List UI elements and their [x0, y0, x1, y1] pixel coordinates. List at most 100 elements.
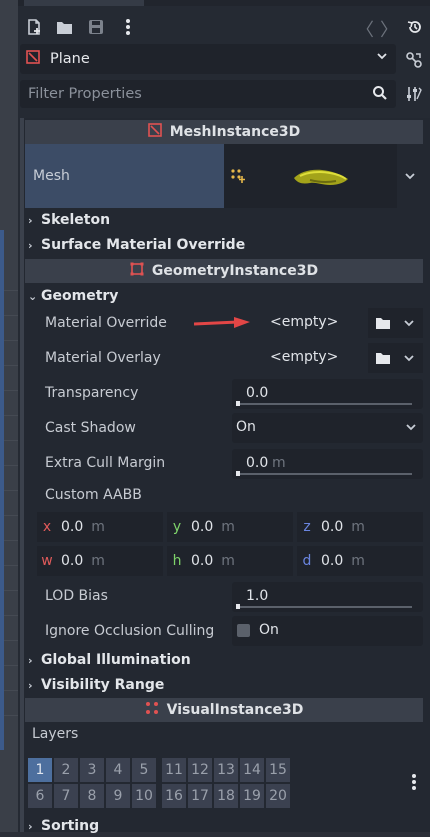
unit-label: m [221, 519, 235, 535]
tools-settings-icon[interactable] [403, 83, 425, 105]
transparency-slider[interactable]: 0.0 [232, 379, 423, 409]
layer-1-toggle[interactable]: 1 [28, 758, 52, 782]
load-folder-icon[interactable] [372, 347, 394, 369]
mesh-dropdown-chevron[interactable] [397, 144, 423, 208]
aabb-z-field[interactable]: z 0.0 m [297, 512, 423, 542]
checkbox-label: On [259, 622, 279, 638]
checkbox-icon[interactable] [237, 624, 250, 637]
material-override-value[interactable]: <empty> [270, 314, 338, 330]
mesh-property-row[interactable]: Mesh [25, 144, 224, 208]
section-label: Geometry [41, 288, 119, 304]
extra-cull-margin-slider[interactable]: 0.0 m [232, 449, 423, 479]
layer-7-toggle[interactable]: 7 [54, 784, 78, 808]
layer-6-toggle[interactable]: 6 [28, 784, 52, 808]
filter-properties-input[interactable] [20, 85, 360, 103]
lod-bias-label: LOD Bias [45, 588, 108, 604]
dock-tab-inspector[interactable] [24, 0, 144, 6]
layer-4-toggle[interactable]: 4 [106, 758, 130, 782]
filter-properties-field[interactable] [20, 80, 396, 108]
mesh-thumbnail [290, 164, 354, 194]
geometry-node-icon [130, 262, 144, 280]
header-title: MeshInstance3D [169, 124, 301, 140]
section-label: Skeleton [41, 212, 111, 228]
history-back-icon[interactable]: 〈 [356, 16, 374, 42]
mesh-node-icon [147, 123, 162, 141]
axis-label: x [42, 519, 52, 535]
aabb-w-field[interactable]: w 0.0 m [37, 546, 163, 576]
load-folder-icon[interactable] [372, 312, 394, 334]
layer-11-toggle[interactable]: 11 [162, 758, 186, 782]
section-global-illumination[interactable]: › Global Illumination [28, 649, 191, 671]
chevron-right-icon: › [28, 238, 33, 252]
layer-2-toggle[interactable]: 2 [54, 758, 78, 782]
unit-label: m [272, 455, 286, 471]
mesh-node-icon [26, 50, 40, 68]
lod-bias-slider[interactable]: 1.0 [232, 582, 423, 612]
axis-value: 0.0 [61, 553, 84, 569]
cast-shadow-value: On [236, 419, 256, 435]
open-folder-icon[interactable] [53, 16, 75, 38]
layers-label: Layers [32, 726, 79, 742]
mesh-resource-preview[interactable] [224, 144, 397, 208]
layer-3-toggle[interactable]: 3 [80, 758, 104, 782]
section-surface-material-override[interactable]: › Surface Material Override [28, 234, 245, 256]
material-overlay-value[interactable]: <empty> [270, 349, 338, 365]
chevron-down-icon [376, 50, 388, 66]
cast-shadow-dropdown[interactable]: On [232, 413, 423, 443]
more-vert-icon[interactable] [117, 16, 139, 38]
slider-track [236, 403, 412, 405]
viewport-axis-line [0, 230, 4, 750]
section-visibility-range[interactable]: › Visibility Range [28, 674, 164, 696]
chevron-down-icon[interactable] [398, 312, 420, 334]
ignore-occlusion-culling-label: Ignore Occlusion Culling [45, 623, 215, 639]
extra-cull-margin-value: 0.0 [246, 455, 269, 471]
layer-14-toggle[interactable]: 14 [240, 758, 264, 782]
layer-12-toggle[interactable]: 12 [188, 758, 212, 782]
unit-label: m [351, 519, 365, 535]
layer-18-toggle[interactable]: 18 [214, 784, 238, 808]
aabb-y-field[interactable]: y 0.0 m [167, 512, 293, 542]
more-vert-icon[interactable] [403, 771, 425, 793]
unit-label: m [91, 553, 105, 569]
unit-label: m [91, 519, 105, 535]
slider-grabber[interactable] [236, 471, 240, 476]
axis-label: w [41, 553, 53, 569]
history-icon[interactable] [404, 16, 426, 38]
aabb-h-field[interactable]: h 0.0 m [167, 546, 293, 576]
axis-label: z [303, 519, 311, 535]
layer-10-toggle[interactable]: 10 [132, 784, 156, 808]
chevron-down-icon[interactable] [398, 347, 420, 369]
layer-9-toggle[interactable]: 9 [106, 784, 130, 808]
slider-grabber[interactable] [236, 604, 240, 609]
slider-grabber[interactable] [236, 401, 240, 406]
section-sorting[interactable]: › Sorting [28, 815, 99, 837]
axis-value: 0.0 [191, 519, 214, 535]
layer-5-toggle[interactable]: 5 [132, 758, 156, 782]
layer-8-toggle[interactable]: 8 [80, 784, 104, 808]
layer-16-toggle[interactable]: 16 [162, 784, 186, 808]
history-forward-icon[interactable]: 〉 [380, 16, 398, 42]
axis-label: h [172, 553, 182, 569]
node-select-dropdown[interactable]: Plane [20, 44, 396, 74]
layer-20-toggle[interactable]: 20 [266, 784, 290, 808]
ignore-occlusion-culling-checkbox[interactable]: On [232, 616, 423, 646]
layer-15-toggle[interactable]: 15 [266, 758, 290, 782]
layer-17-toggle[interactable]: 17 [188, 784, 212, 808]
layer-13-toggle[interactable]: 13 [214, 758, 238, 782]
layer-19-toggle[interactable]: 19 [240, 784, 264, 808]
object-properties-icon[interactable] [403, 49, 425, 71]
unit-label: m [221, 553, 235, 569]
new-script-icon[interactable] [23, 16, 45, 38]
aabb-x-field[interactable]: x 0.0 m [37, 512, 163, 542]
custom-aabb-label: Custom AABB [45, 487, 142, 503]
material-override-label: Material Override [45, 315, 167, 331]
axis-value: 0.0 [191, 553, 214, 569]
save-icon[interactable] [85, 16, 107, 38]
red-arrow-annotation [193, 316, 254, 334]
section-geometry[interactable]: ⌄ Geometry [28, 285, 118, 307]
cast-shadow-label: Cast Shadow [45, 420, 136, 436]
inspector-scrollbar[interactable] [20, 118, 24, 832]
aabb-d-field[interactable]: d 0.0 m [297, 546, 423, 576]
section-skeleton[interactable]: › Skeleton [28, 209, 110, 231]
geometryinstance3d-header: GeometryInstance3D [25, 259, 423, 283]
